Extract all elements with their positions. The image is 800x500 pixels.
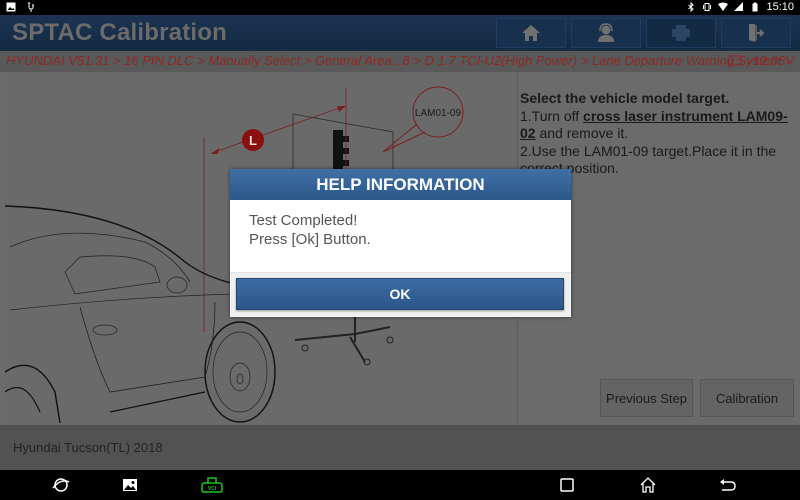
exit-button[interactable] <box>721 18 791 48</box>
vehicle-info-bar: Hyundai Tucson(TL) 2018 <box>0 425 800 470</box>
home-icon <box>522 25 540 41</box>
signal-icon <box>734 2 744 11</box>
screen: 15:10 SPTAC Calibration HYUNDAI V51.31 >… <box>0 0 800 500</box>
vehicle-name: Hyundai Tucson(TL) 2018 <box>13 440 163 455</box>
dialog-title: HELP INFORMATION <box>230 169 571 200</box>
vci-icon[interactable]: VCI <box>200 476 224 494</box>
dialog-message-line-1: Test Completed! <box>249 212 358 229</box>
exit-door-icon <box>749 24 765 42</box>
browser-icon[interactable] <box>51 476 71 494</box>
voltage-readout: 12.08V <box>752 53 794 68</box>
previous-step-button[interactable]: Previous Step <box>600 379 693 417</box>
instructions-heading: Select the vehicle model target. <box>520 90 730 106</box>
wifi-icon <box>718 2 729 11</box>
recent-apps-icon[interactable] <box>557 476 577 494</box>
breadcrumb-bar: HYUNDAI V51.31 > 16 PIN DLC > Manually S… <box>0 49 800 72</box>
headset-support-icon <box>598 23 614 42</box>
printer-icon <box>672 25 690 41</box>
battery-icon <box>752 2 758 12</box>
dialog-message: Test Completed! Press [Ok] Button. <box>249 211 371 249</box>
usb-icon <box>28 2 34 12</box>
vci-label: VCI <box>208 486 217 492</box>
vibrate-icon <box>703 3 712 11</box>
home-button[interactable] <box>496 18 566 48</box>
app-title: SPTAC Calibration <box>12 19 227 46</box>
distance-marker-label: L <box>249 133 257 148</box>
gallery-notification-icon <box>6 2 16 12</box>
gallery-icon[interactable] <box>120 476 140 494</box>
battery-voltage-icon <box>728 55 742 66</box>
ok-button[interactable]: OK <box>236 278 564 310</box>
bluetooth-icon <box>688 2 695 12</box>
instructions-panel: Select the vehicle model target. 1.Turn … <box>520 90 800 178</box>
back-icon[interactable] <box>718 476 738 494</box>
app-header: SPTAC Calibration <box>0 15 800 49</box>
calibration-button[interactable]: Calibration <box>700 379 794 417</box>
dialog-message-line-2: Press [Ok] Button. <box>249 231 371 248</box>
dialog-footer: OK <box>230 272 571 317</box>
target-label: LAM01-09 <box>415 108 462 119</box>
instruction-step-1: 1.Turn off cross laser instrument LAM09-… <box>520 107 788 142</box>
home-icon[interactable] <box>638 476 658 494</box>
support-button[interactable] <box>571 18 641 48</box>
print-button[interactable] <box>646 18 716 48</box>
android-nav-bar: VCI <box>0 470 800 500</box>
status-time: 15:10 <box>766 1 794 13</box>
breadcrumb: HYUNDAI V51.31 > 16 PIN DLC > Manually S… <box>6 53 781 68</box>
help-information-dialog: HELP INFORMATION Test Completed! Press [… <box>230 169 571 317</box>
status-bar: 15:10 <box>0 0 800 15</box>
